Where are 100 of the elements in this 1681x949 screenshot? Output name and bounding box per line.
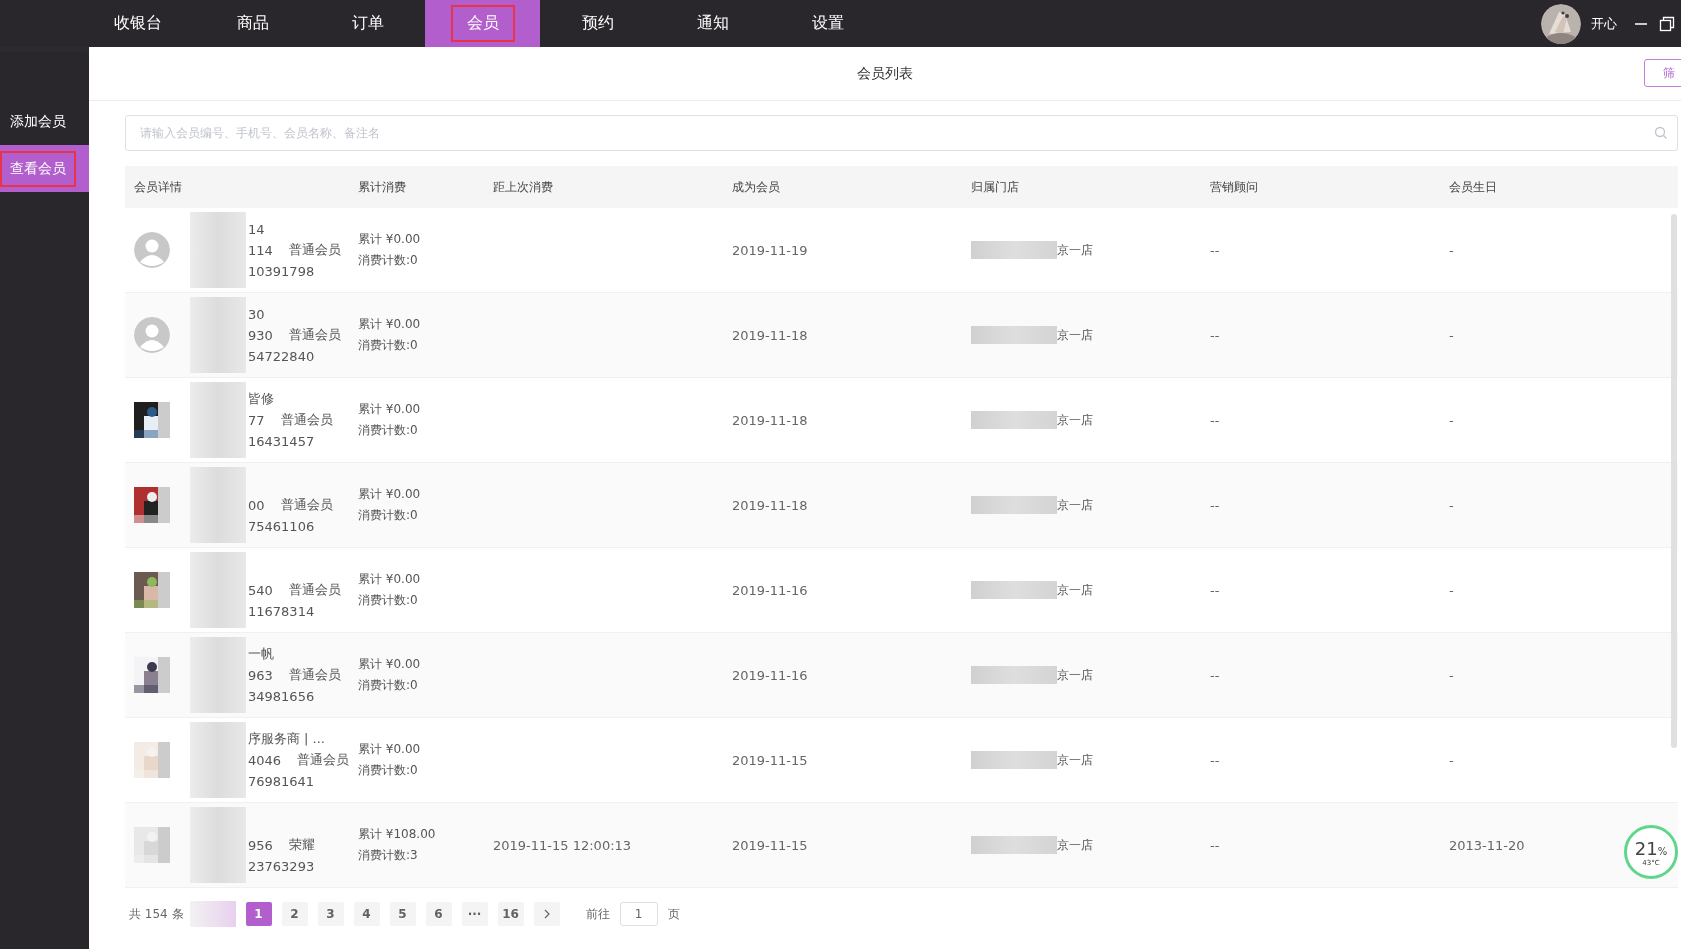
member-id: 540 — [248, 582, 273, 598]
column-header: 归属门店 — [971, 178, 1019, 196]
page-button[interactable]: 5 — [389, 902, 416, 926]
member-id: 930 — [248, 327, 273, 343]
avatar-icon — [134, 232, 170, 268]
filter-button[interactable]: 筛 — [1644, 59, 1681, 87]
table-cell: 2019-11-18 — [732, 327, 808, 343]
sidebar-item[interactable]: 添加会员 — [0, 98, 89, 145]
page-input[interactable]: 1 — [619, 902, 658, 926]
table-cell: 2019-11-18 — [732, 412, 808, 428]
table-cell: 京一店 — [1057, 751, 1093, 769]
column-header: 会员详情 — [134, 178, 182, 196]
table-cell: 京一店 — [1057, 241, 1093, 259]
table-cell: 2019-11-16 — [732, 667, 808, 683]
table-cell: 2019-11-15 — [732, 837, 808, 853]
member-phone: 11678314 — [248, 603, 315, 619]
member-level: 普通会员 — [288, 326, 341, 344]
total-spent: 累计 ¥0.00 — [358, 401, 421, 418]
page-button[interactable]: 6 — [425, 902, 452, 926]
member-id: 77 — [248, 412, 265, 428]
table-cell: 京一店 — [1057, 326, 1093, 344]
purchase-count: 消费计数:0 — [358, 762, 418, 779]
table-cell: -- — [1210, 327, 1220, 343]
table-cell: 2019-11-15 12:00:13 — [493, 837, 632, 853]
nav-tab[interactable]: 会员 — [425, 0, 540, 47]
nav-tab[interactable]: 设置 — [770, 0, 885, 47]
table-cell: 2013-11-20 — [1449, 837, 1525, 853]
table-cell: - — [1449, 752, 1454, 768]
page-button[interactable]: 16 — [497, 902, 524, 926]
goto-label: 前往 — [585, 905, 610, 923]
table-cell: 京一店 — [1057, 411, 1093, 429]
table-cell: - — [1449, 412, 1454, 428]
member-name: 序服务商 | ... — [247, 730, 325, 748]
scrollbar[interactable] — [1671, 214, 1677, 748]
purchase-count: 消费计数:0 — [358, 677, 418, 694]
member-phone: 54722840 — [248, 348, 315, 364]
nav-tab[interactable]: 通知 — [655, 0, 770, 47]
table-cell: - — [1449, 667, 1454, 683]
table-cell: -- — [1210, 667, 1220, 683]
purchase-count: 消费计数:3 — [358, 847, 418, 864]
column-header: 累计消费 — [358, 178, 406, 196]
purchase-count: 消费计数:0 — [358, 592, 418, 609]
nav-tab[interactable]: 订单 — [310, 0, 425, 47]
table-cell: 京一店 — [1057, 581, 1093, 599]
nav-tab[interactable]: 收银台 — [80, 0, 195, 47]
table-cell: - — [1449, 582, 1454, 598]
total-spent: 累计 ¥0.00 — [358, 656, 421, 673]
page-button[interactable]: 3 — [317, 902, 344, 926]
user-name: 开心 — [1591, 14, 1617, 33]
restore-icon[interactable] — [1659, 15, 1675, 32]
table-cell: 京一店 — [1057, 496, 1093, 514]
table-cell: 京一店 — [1057, 836, 1093, 854]
page-suffix: 页 — [667, 905, 680, 923]
column-header: 营销顾问 — [1210, 178, 1258, 196]
table-cell: - — [1449, 497, 1454, 513]
member-level: 荣耀 — [288, 836, 315, 854]
nav-tab[interactable]: 预约 — [540, 0, 655, 47]
avatar-icon — [134, 317, 170, 353]
member-name: 皆修 — [248, 390, 274, 408]
blurred-area — [189, 901, 236, 927]
member-id: 963 — [248, 667, 273, 683]
sidebar-item[interactable]: 查看会员 — [0, 145, 89, 192]
table-cell: -- — [1210, 412, 1220, 428]
member-phone: 23763293 — [248, 858, 315, 874]
search-icon — [1654, 126, 1668, 140]
purchase-count: 消费计数:0 — [358, 337, 418, 354]
member-phone: 10391798 — [248, 263, 315, 279]
member-level: 普通会员 — [280, 496, 333, 514]
member-phone: 16431457 — [248, 433, 315, 449]
member-level: 普通会员 — [297, 751, 349, 769]
table-cell: 2019-11-15 — [732, 752, 808, 768]
page-title: 会员列表 — [857, 64, 913, 83]
total-spent: 累计 ¥0.00 — [358, 741, 421, 758]
nav-tab[interactable]: 商品 — [195, 0, 310, 47]
page-button[interactable]: 2 — [281, 902, 308, 926]
table-cell: - — [1449, 242, 1454, 258]
table-cell: -- — [1210, 497, 1220, 513]
page-button[interactable]: 1 — [245, 902, 272, 926]
table-cell: 2019-11-18 — [732, 497, 808, 513]
member-level: 普通会员 — [288, 581, 341, 599]
page-button[interactable]: ··· — [461, 902, 488, 926]
page-button[interactable]: 4 — [353, 902, 380, 926]
column-header: 距上次消费 — [493, 178, 553, 196]
member-phone: 76981641 — [247, 773, 315, 789]
purchase-count: 消费计数:0 — [358, 507, 418, 524]
member-id: 114 — [248, 242, 273, 258]
total-count: 共 154 条 — [129, 905, 184, 923]
table-cell: -- — [1210, 837, 1220, 853]
table-cell: - — [1449, 327, 1454, 343]
purchase-count: 消费计数:0 — [358, 252, 418, 269]
table-cell: 京一店 — [1057, 666, 1093, 684]
total-spent: 累计 ¥0.00 — [358, 486, 421, 503]
total-spent: 累计 ¥108.00 — [358, 826, 436, 843]
total-spent: 累计 ¥0.00 — [358, 231, 421, 248]
member-phone: 75461106 — [248, 518, 315, 534]
column-header: 成为会员 — [732, 178, 780, 196]
member-name: 30 — [248, 306, 265, 322]
member-level: 普通会员 — [288, 666, 341, 684]
member-id: 956 — [248, 837, 273, 853]
member-level: 普通会员 — [288, 241, 341, 259]
